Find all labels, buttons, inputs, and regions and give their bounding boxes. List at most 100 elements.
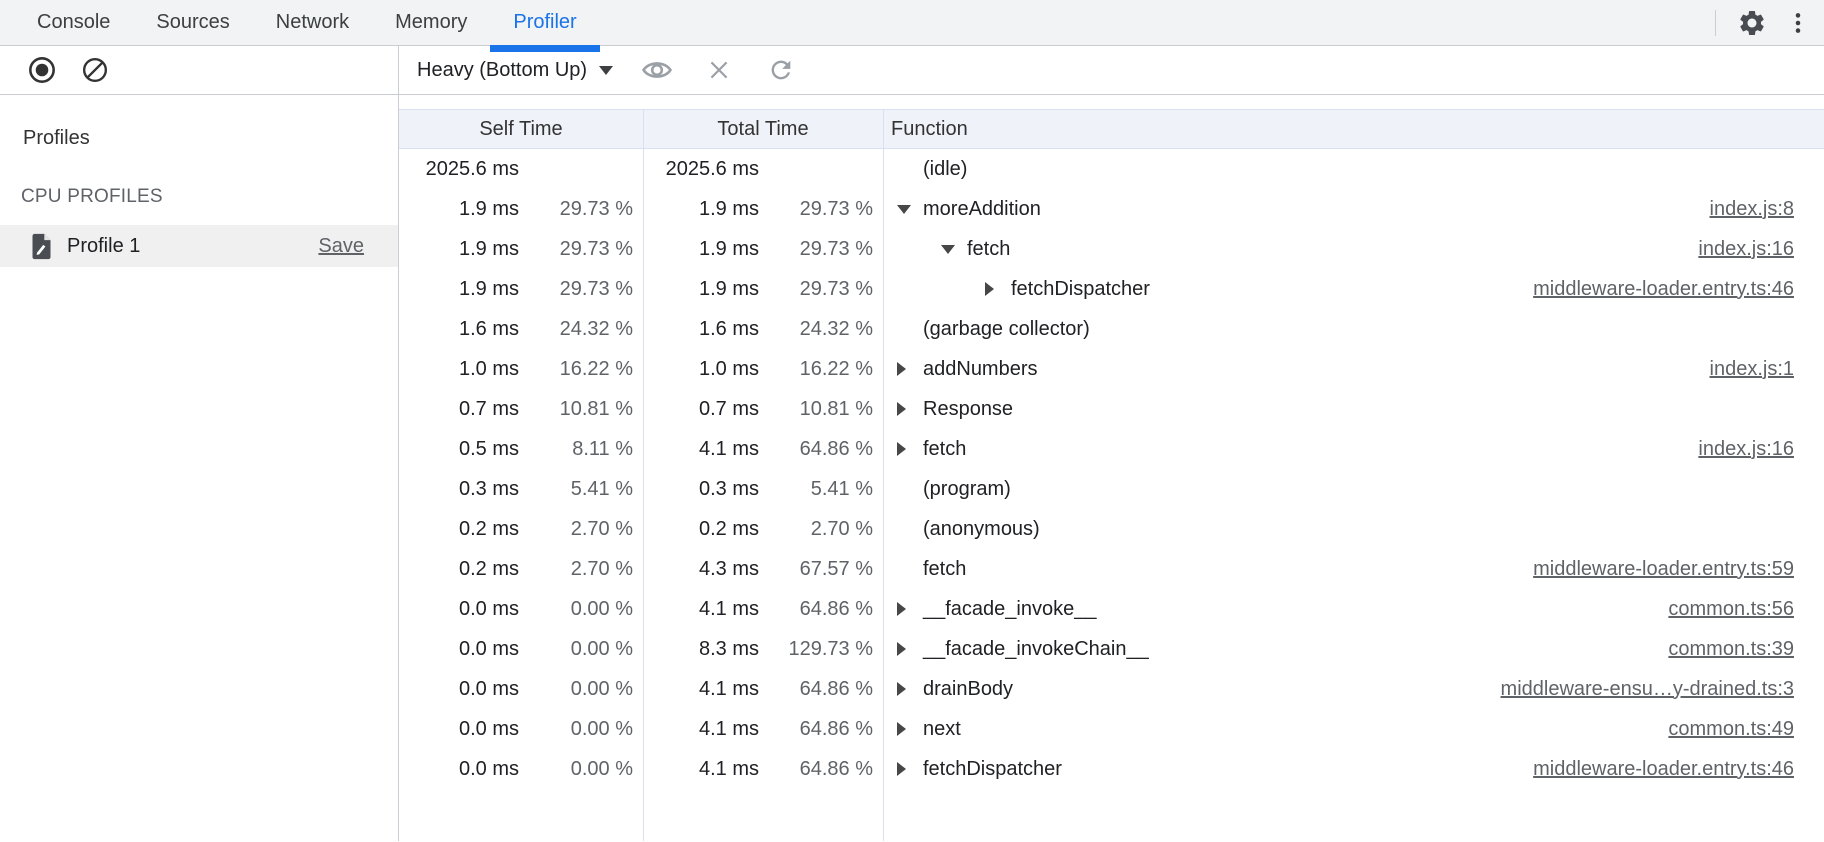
profile-document-icon (30, 233, 53, 260)
time-value: 0.5 ms (459, 438, 519, 461)
table-row[interactable]: 1.9 ms29.73 %1.9 ms29.73 %moreAdditionin… (399, 189, 1824, 229)
table-row[interactable]: 0.3 ms5.41 %0.3 ms5.41 %(program) (399, 469, 1824, 509)
save-profile-link[interactable]: Save (318, 235, 364, 258)
source-link[interactable]: index.js:8 (1710, 198, 1795, 221)
source-link[interactable]: common.ts:39 (1668, 638, 1794, 661)
tree-expand-icon[interactable] (897, 682, 923, 696)
function-cell: moreAddition index.js:8 (883, 189, 1824, 229)
clear-profiles-button[interactable] (77, 52, 113, 88)
source-link[interactable]: middleware-loader.entry.ts:46 (1533, 758, 1794, 781)
source-link[interactable]: index.js:1 (1710, 358, 1795, 381)
self-time-cell: 1.9 ms29.73 % (399, 189, 643, 229)
record-profile-button[interactable] (24, 52, 60, 88)
column-header-self-time[interactable]: Self Time (399, 110, 643, 148)
table-row[interactable]: 2025.6 ms2025.6 ms(idle) (399, 149, 1824, 189)
function-cell: fetchindex.js:16 (883, 429, 1824, 469)
tree-expand-icon[interactable] (897, 362, 923, 376)
function-cell: __facade_invoke__common.ts:56 (883, 589, 1824, 629)
table-row[interactable]: 0.0 ms0.00 %8.3 ms129.73 %__facade_invok… (399, 629, 1824, 669)
tab-sources[interactable]: Sources (133, 0, 252, 45)
more-options-button[interactable] (1780, 5, 1816, 41)
tab-console[interactable]: Console (14, 0, 133, 45)
tree-expand-icon[interactable] (897, 762, 923, 776)
time-value: 4.1 ms (699, 718, 759, 741)
function-cell: (garbage collector) (883, 309, 1824, 349)
table-row[interactable]: 1.9 ms29.73 %1.9 ms29.73 %fetchindex.js:… (399, 229, 1824, 269)
tree-expand-icon[interactable] (897, 402, 923, 416)
tree-expand-icon[interactable] (897, 442, 923, 456)
time-value: 0.7 ms (699, 398, 759, 421)
function-name: moreAddition (923, 198, 1041, 221)
function-name: (program) (923, 478, 1011, 501)
restore-functions-button[interactable] (763, 52, 799, 88)
total-time-cell: 1.9 ms29.73 % (643, 269, 883, 309)
profile-name: Profile 1 (67, 235, 140, 258)
time-value: 1.9 ms (699, 198, 759, 221)
self-time-cell: 0.0 ms0.00 % (399, 709, 643, 749)
time-value: 1.0 ms (459, 358, 519, 381)
table-row[interactable]: 0.5 ms8.11 %4.1 ms64.86 %fetchindex.js:1… (399, 429, 1824, 469)
table-row[interactable]: 0.2 ms2.70 %0.2 ms2.70 %(anonymous) (399, 509, 1824, 549)
time-value: 1.0 ms (699, 358, 759, 381)
tab-network[interactable]: Network (253, 0, 372, 45)
function-cell: (program) (883, 469, 1824, 509)
focus-function-button[interactable] (639, 52, 675, 88)
tree-expand-icon[interactable] (897, 722, 923, 736)
time-value: 4.1 ms (699, 438, 759, 461)
table-row[interactable]: 0.7 ms10.81 %0.7 ms10.81 %Response (399, 389, 1824, 429)
table-row[interactable]: 0.0 ms0.00 %4.1 ms64.86 %fetchDispatcher… (399, 749, 1824, 789)
table-row[interactable]: 0.0 ms0.00 %4.1 ms64.86 %__facade_invoke… (399, 589, 1824, 629)
percent-value: 0.00 % (519, 718, 633, 741)
total-time-cell: 4.1 ms64.86 % (643, 669, 883, 709)
source-link[interactable]: middleware-loader.entry.ts:46 (1533, 278, 1794, 301)
time-value: 4.1 ms (699, 598, 759, 621)
percent-value: 10.81 % (759, 398, 873, 421)
settings-button[interactable] (1734, 5, 1770, 41)
table-row[interactable]: 0.0 ms0.00 %4.1 ms64.86 %drainBodymiddle… (399, 669, 1824, 709)
source-link[interactable]: common.ts:56 (1668, 598, 1794, 621)
table-row[interactable]: 1.6 ms24.32 %1.6 ms24.32 %(garbage colle… (399, 309, 1824, 349)
exclude-function-button[interactable] (701, 52, 737, 88)
table-row[interactable]: 0.2 ms2.70 %4.3 ms67.57 %fetchmiddleware… (399, 549, 1824, 589)
tree-expand-icon[interactable] (897, 602, 923, 616)
time-value: 1.9 ms (699, 238, 759, 261)
source-link[interactable]: common.ts:49 (1668, 718, 1794, 741)
function-name: fetchDispatcher (923, 758, 1062, 781)
function-name: addNumbers (923, 358, 1038, 381)
source-link[interactable]: middleware-loader.entry.ts:59 (1533, 558, 1794, 581)
percent-value: 64.86 % (759, 678, 873, 701)
function-name: __facade_invokeChain__ (923, 638, 1149, 661)
time-value: 0.7 ms (459, 398, 519, 421)
table-row[interactable]: 1.0 ms16.22 %1.0 ms16.22 %addNumbersinde… (399, 349, 1824, 389)
percent-value: 0.00 % (519, 598, 633, 621)
profiling-view-select[interactable]: Heavy (Bottom Up) (417, 59, 613, 82)
close-icon (706, 57, 732, 83)
tab-profiler[interactable]: Profiler (490, 0, 599, 45)
time-value: 0.2 ms (699, 518, 759, 541)
total-time-cell: 0.7 ms10.81 % (643, 389, 883, 429)
tab-memory[interactable]: Memory (372, 0, 490, 45)
table-row[interactable]: 1.9 ms29.73 %1.9 ms29.73 %fetchDispatche… (399, 269, 1824, 309)
tree-collapse-icon[interactable] (941, 245, 967, 254)
profile-list-item[interactable]: Profile 1 Save (0, 225, 398, 267)
source-link[interactable]: middleware-ensu…y-drained.ts:3 (1501, 678, 1794, 701)
percent-value: 67.57 % (759, 558, 873, 581)
source-link[interactable]: index.js:16 (1698, 438, 1794, 461)
self-time-cell: 0.5 ms8.11 % (399, 429, 643, 469)
column-header-function[interactable]: Function (883, 110, 1824, 148)
tree-expand-icon[interactable] (985, 282, 1011, 296)
column-header-total-time[interactable]: Total Time (643, 110, 883, 148)
time-value: 0.3 ms (699, 478, 759, 501)
function-name: (idle) (923, 158, 967, 181)
table-row[interactable]: 0.0 ms0.00 %4.1 ms64.86 %nextcommon.ts:4… (399, 709, 1824, 749)
tree-expand-icon[interactable] (897, 642, 923, 656)
time-value: 0.2 ms (459, 558, 519, 581)
self-time-cell: 1.9 ms29.73 % (399, 229, 643, 269)
tree-collapse-icon[interactable] (897, 205, 923, 214)
total-time-cell: 4.1 ms64.86 % (643, 749, 883, 789)
total-time-cell: 4.1 ms64.86 % (643, 429, 883, 469)
percent-value: 29.73 % (759, 238, 873, 261)
record-icon (28, 56, 56, 84)
source-link[interactable]: index.js:16 (1698, 238, 1794, 261)
refresh-icon (767, 56, 795, 84)
